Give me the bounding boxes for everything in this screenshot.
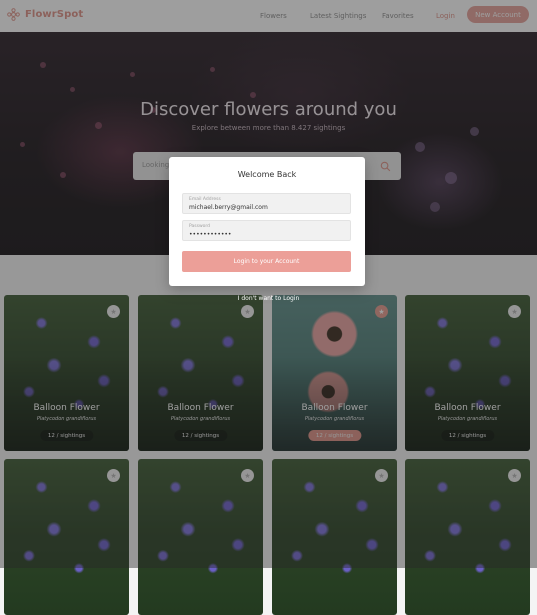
- password-value: ••••••••••••: [189, 231, 232, 238]
- email-value: michael.berry@gmail.com: [189, 204, 268, 211]
- password-label: Password: [189, 224, 211, 229]
- login-button[interactable]: Login to your Account: [182, 251, 351, 272]
- modal-title: Welcome Back: [237, 170, 297, 179]
- email-field[interactable]: Email Address michael.berry@gmail.com: [182, 193, 351, 214]
- password-field[interactable]: Password ••••••••••••: [182, 220, 351, 241]
- skip-login-link[interactable]: I don't want to Login: [0, 295, 537, 302]
- email-label: Email Address: [189, 197, 221, 202]
- login-modal: Welcome Back Email Address michael.berry…: [169, 157, 365, 286]
